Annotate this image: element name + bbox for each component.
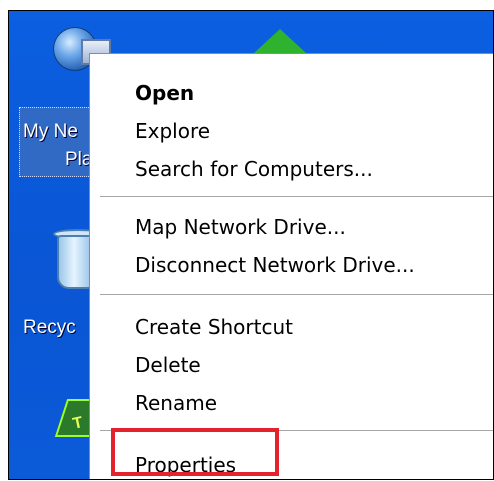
recycle-bin-label: Recyc (23, 317, 76, 338)
properties-highlight-box (111, 428, 279, 476)
menu-item-map-network-drive[interactable]: Map Network Drive... (135, 210, 346, 244)
context-menu: Open Explore Search for Computers... Map… (89, 53, 493, 479)
menu-item-open[interactable]: Open (135, 76, 194, 110)
menu-item-disconnect-network-drive[interactable]: Disconnect Network Drive... (135, 248, 415, 282)
menu-item-create-shortcut[interactable]: Create Shortcut (135, 310, 293, 344)
menu-item-delete[interactable]: Delete (135, 348, 201, 382)
my-network-places-label-line1: My Ne (23, 121, 78, 142)
menu-separator (100, 294, 493, 295)
green-triangle-icon[interactable] (254, 29, 306, 53)
menu-item-explore[interactable]: Explore (135, 114, 210, 148)
menu-item-rename[interactable]: Rename (135, 386, 217, 420)
menu-item-search-for-computers[interactable]: Search for Computers... (135, 152, 373, 186)
screenshot-frame: My Ne Pla Recyc T Open Explore Search fo… (8, 10, 494, 480)
menu-separator (100, 196, 493, 197)
